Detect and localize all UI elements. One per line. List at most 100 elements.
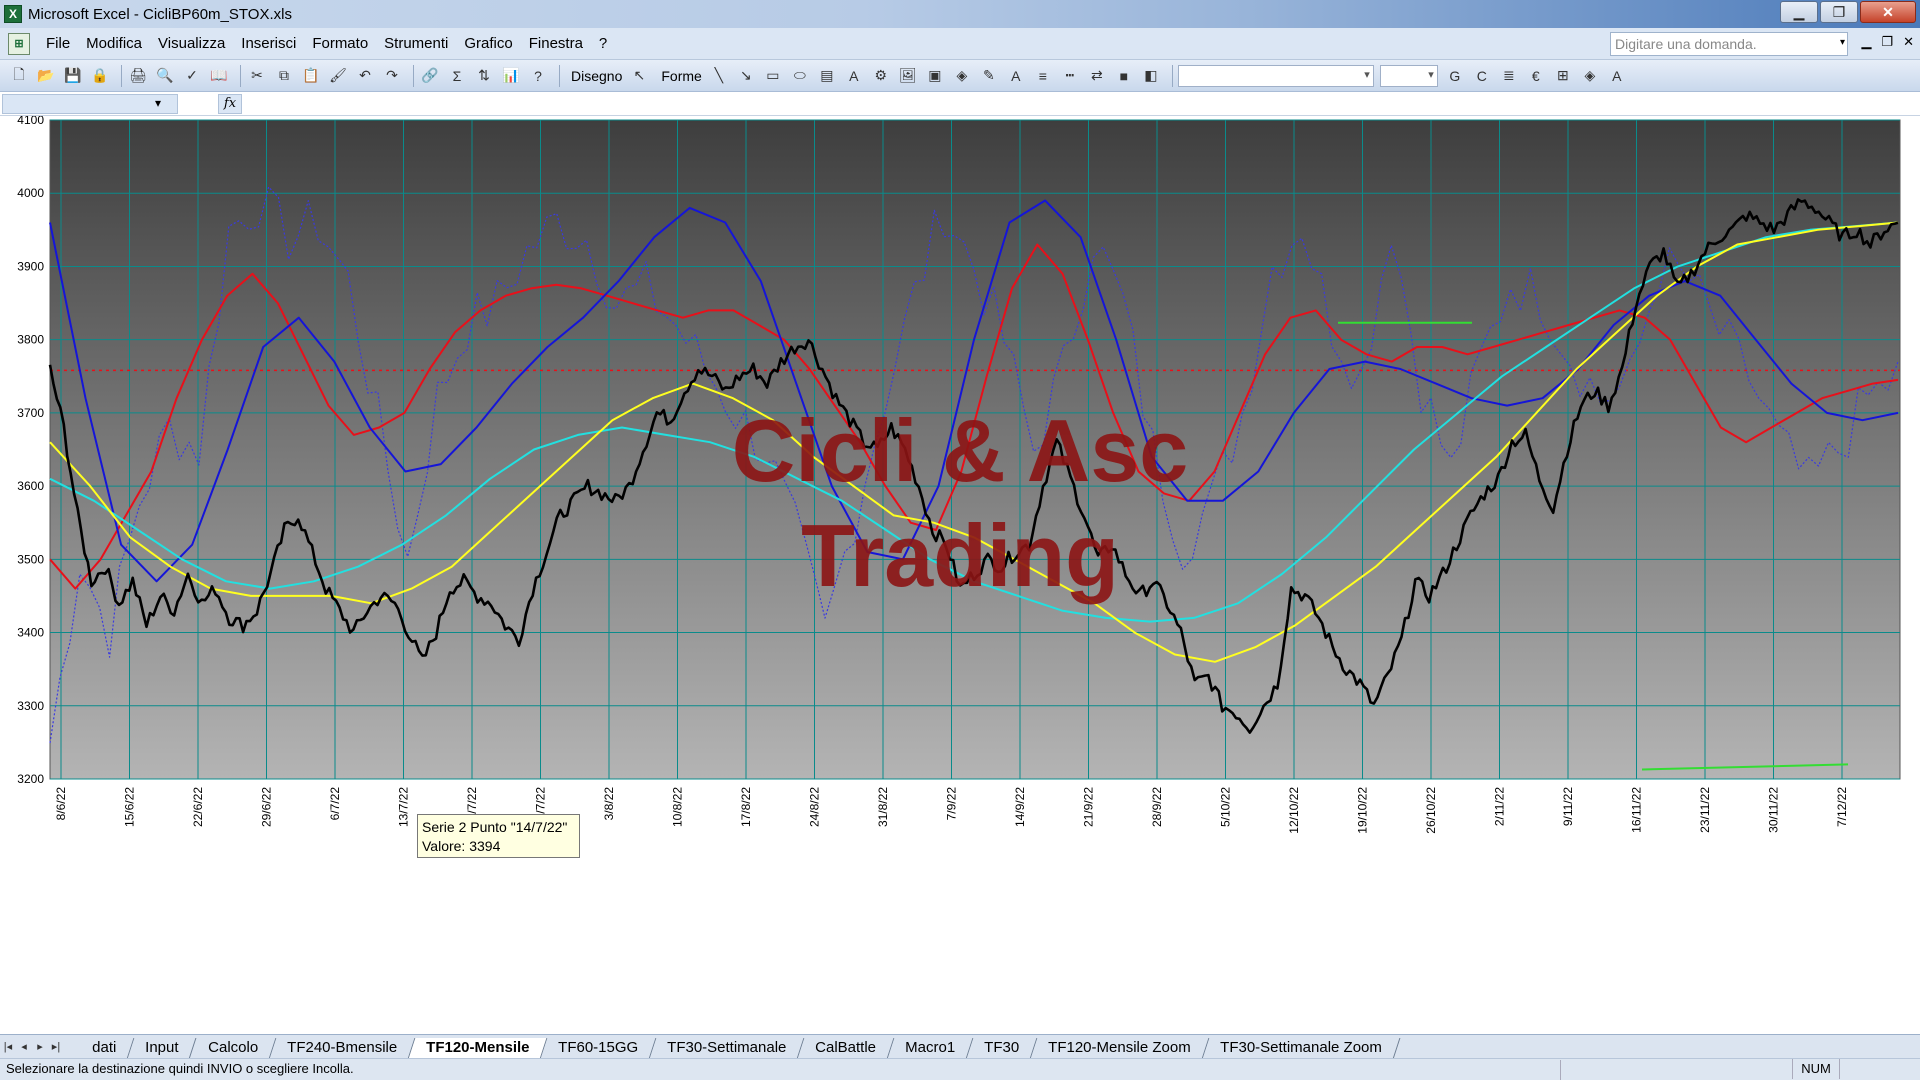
chevron-down-icon[interactable]: ▾: [1840, 37, 1845, 48]
first-sheet-button[interactable]: |◂: [0, 1040, 16, 1053]
menu-help[interactable]: ?: [591, 35, 615, 52]
line-color-icon[interactable]: ✎: [978, 65, 1000, 87]
3d-icon[interactable]: ◧: [1140, 65, 1162, 87]
next-sheet-button[interactable]: ▸: [32, 1040, 48, 1053]
autosum-icon[interactable]: Σ: [446, 65, 468, 87]
workbook-icon[interactable]: ⊞: [8, 32, 30, 55]
menu-strumenti[interactable]: Strumenti: [376, 35, 456, 52]
x-tick-label: 8/6/22: [54, 787, 68, 821]
undo-icon[interactable]: ↶: [354, 65, 376, 87]
sort-icon[interactable]: ⇅: [473, 65, 495, 87]
wordart-icon[interactable]: A: [843, 65, 865, 87]
sheet-tab[interactable]: TF30: [966, 1037, 1038, 1059]
series-tooltip: Serie 2 Punto "14/7/22" Valore: 3394: [417, 814, 580, 858]
arrow-icon[interactable]: ↘: [735, 65, 757, 87]
sheet-tab[interactable]: TF60-15GG: [540, 1037, 657, 1059]
fill-color-icon[interactable]: ◈: [951, 65, 973, 87]
chart-svg[interactable]: 3200 3300 3400 3500 3600 3700 3800 3900 4000 4100…: [0, 116, 1920, 1034]
last-sheet-button[interactable]: ▸|: [48, 1040, 64, 1053]
new-icon[interactable]: 🗋: [8, 65, 30, 87]
paste-icon[interactable]: 📋: [300, 65, 322, 87]
sheet-tab[interactable]: TF240-Bmensile: [269, 1037, 416, 1059]
open-icon[interactable]: 📂: [35, 65, 57, 87]
line-icon[interactable]: ╲: [708, 65, 730, 87]
x-tick-label: 22/6/22: [191, 787, 205, 827]
text-color-icon[interactable]: A: [1606, 65, 1628, 87]
print-icon[interactable]: 🖨: [127, 65, 149, 87]
sheet-tab-label: Macro1: [905, 1038, 956, 1056]
hyperlink-icon[interactable]: 🔗: [419, 65, 441, 87]
function-icon[interactable]: fx: [218, 94, 242, 114]
help-icon[interactable]: ?: [527, 65, 549, 87]
select-objects-icon[interactable]: ↖: [628, 65, 650, 87]
arrow-style-icon[interactable]: ⇄: [1086, 65, 1108, 87]
toolbar: 🗋 📂 💾 🔒 🖨 🔍 ✓ 📖 ✂ ⧉ 📋 🖌 ↶ ↷ 🔗 Σ ⇅ 📊 ? Di…: [0, 60, 1920, 92]
permission-icon[interactable]: 🔒: [89, 65, 111, 87]
sheet-tab[interactable]: TF120-Mensile: [408, 1037, 548, 1059]
sheet-tab[interactable]: TF30-Settimanale: [649, 1037, 805, 1059]
menu-formato[interactable]: Formato: [304, 35, 376, 52]
oval-icon[interactable]: ⬭: [789, 65, 811, 87]
chart-sheet[interactable]: 3200 3300 3400 3500 3600 3700 3800 3900 4000 4100…: [0, 116, 1920, 1034]
research-icon[interactable]: 📖: [208, 65, 230, 87]
dash-style-icon[interactable]: ┅: [1059, 65, 1081, 87]
watermark-line-1: Cicli & Asc: [732, 401, 1188, 500]
menu-inserisci[interactable]: Inserisci: [233, 35, 304, 52]
diagram-icon[interactable]: ⚙: [870, 65, 892, 87]
menu-grafico[interactable]: Grafico: [456, 35, 520, 52]
textbox-icon[interactable]: ▤: [816, 65, 838, 87]
font-size-combo[interactable]: [1379, 64, 1438, 87]
print-preview-icon[interactable]: 🔍: [154, 65, 176, 87]
borders-icon[interactable]: ⊞: [1552, 65, 1574, 87]
menu-finestra[interactable]: Finestra: [521, 35, 591, 52]
question-input[interactable]: Digitare una domanda. ▾: [1610, 32, 1848, 56]
prev-sheet-button[interactable]: ◂: [16, 1040, 32, 1053]
minimize-button[interactable]: ▁: [1780, 1, 1818, 23]
sheet-tab[interactable]: TF120-Mensile Zoom: [1030, 1037, 1210, 1059]
workbook-close-button[interactable]: ✕: [1903, 34, 1914, 50]
x-tick-label: 26/10/22: [1424, 787, 1438, 834]
sheet-tab[interactable]: TF30-Settimanale Zoom: [1202, 1037, 1400, 1059]
sheet-tab[interactable]: Calcolo: [190, 1037, 277, 1059]
align-icon[interactable]: ≣: [1498, 65, 1520, 87]
line-style-icon[interactable]: ≡: [1032, 65, 1054, 87]
sheet-tab[interactable]: CalBattle: [797, 1037, 895, 1059]
font-name-combo[interactable]: [1177, 64, 1374, 87]
x-tick-label: 17/8/22: [739, 787, 753, 827]
close-button[interactable]: ✕: [1860, 1, 1916, 23]
font-color-icon[interactable]: A: [1005, 65, 1027, 87]
format-painter-icon[interactable]: 🖌: [327, 65, 349, 87]
bold-button[interactable]: G: [1444, 65, 1466, 87]
fill-bucket-icon[interactable]: ◈: [1579, 65, 1601, 87]
disegno-menu[interactable]: Disegno: [571, 68, 622, 84]
copy-icon[interactable]: ⧉: [273, 65, 295, 87]
spelling-icon[interactable]: ✓: [181, 65, 203, 87]
italic-button[interactable]: C: [1471, 65, 1493, 87]
menu-visualizza[interactable]: Visualizza: [150, 35, 233, 52]
excel-app-icon[interactable]: X: [4, 5, 22, 23]
status-message: Selezionare la destinazione quindi INVIO…: [6, 1061, 354, 1076]
workbook-restore-button[interactable]: ❐: [1881, 34, 1893, 50]
redo-icon[interactable]: ↷: [381, 65, 403, 87]
picture-icon[interactable]: ▣: [924, 65, 946, 87]
rectangle-icon[interactable]: ▭: [762, 65, 784, 87]
clipart-icon[interactable]: 🖼: [897, 65, 919, 87]
toolbar-separator: [121, 64, 122, 87]
sheet-tab[interactable]: dati: [74, 1037, 135, 1059]
currency-button[interactable]: €: [1525, 65, 1547, 87]
shadow-icon[interactable]: ■: [1113, 65, 1135, 87]
num-lock-indicator: NUM: [1792, 1059, 1840, 1079]
menu-file[interactable]: File: [38, 35, 78, 52]
workbook-minimize-button[interactable]: ▁: [1861, 34, 1871, 50]
cut-icon[interactable]: ✂: [246, 65, 268, 87]
x-tick-label: 15/6/22: [123, 787, 137, 827]
x-tick-label: 7/12/22: [1835, 787, 1849, 827]
sheet-tab[interactable]: Macro1: [887, 1037, 974, 1059]
name-box[interactable]: [2, 94, 178, 114]
menu-modifica[interactable]: Modifica: [78, 35, 150, 52]
save-icon[interactable]: 💾: [62, 65, 84, 87]
chart-wizard-icon[interactable]: 📊: [500, 65, 522, 87]
sheet-tab[interactable]: Input: [127, 1037, 197, 1059]
forme-menu[interactable]: Forme: [661, 68, 701, 84]
maximize-button[interactable]: ❐: [1820, 1, 1858, 23]
